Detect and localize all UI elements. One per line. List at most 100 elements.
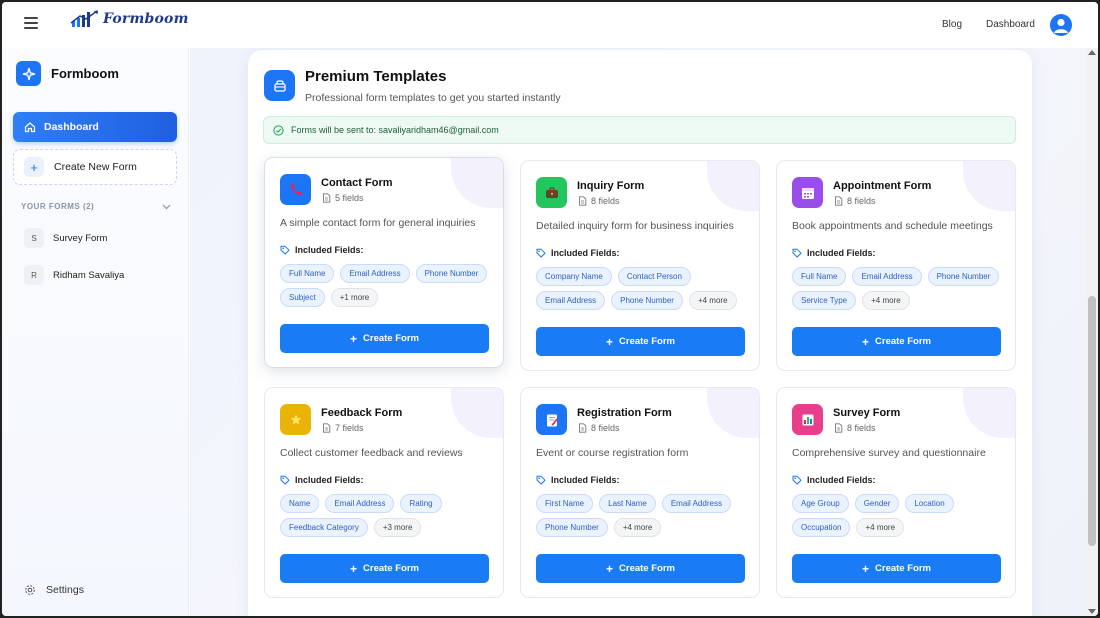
sidebar-brand[interactable]: Formboom [16, 61, 119, 86]
field-chip: First Name [536, 494, 594, 513]
field-chip: Full Name [792, 267, 847, 286]
scroll-down-arrow[interactable] [1088, 609, 1096, 614]
included-fields-label: Included Fields: [280, 245, 364, 255]
header-logo[interactable]: Formboom [70, 10, 189, 28]
included-fields-text: Included Fields: [295, 245, 364, 255]
calendar-icon [792, 177, 823, 208]
your-forms-toggle[interactable]: YOUR FORMS (2) [21, 202, 171, 211]
field-chip: Full Name [280, 264, 335, 283]
field-count-text: 8 fields [847, 423, 876, 433]
field-count: 8 fields [578, 196, 620, 206]
create-form-button[interactable]: + Create Form [536, 554, 745, 583]
field-count: 5 fields [322, 193, 364, 203]
package-icon [264, 70, 295, 101]
plus-icon: + [862, 561, 870, 576]
phone-icon [280, 174, 311, 205]
more-fields-chip: +4 more [688, 291, 737, 310]
field-chip-list: Full Name Email Address Phone Number Servic… [792, 267, 1007, 310]
plus-icon: + [350, 331, 358, 346]
sidebar-form-survey[interactable]: S Survey Form [24, 228, 174, 248]
sidebar-item-settings[interactable]: Settings [24, 584, 84, 596]
field-chip: Email Address [852, 267, 922, 286]
field-count: 7 fields [322, 423, 364, 433]
page-subtitle: Professional form templates to get you s… [305, 92, 561, 104]
form-name: Survey Form [53, 232, 108, 244]
field-chip: Subject [280, 288, 325, 307]
create-form-button[interactable]: + Create Form [280, 324, 489, 353]
top-bar: Formboom Blog Dashboard [2, 2, 1098, 48]
tag-icon [792, 248, 802, 258]
template-card[interactable]: Feedback Form 7 fields Collect customer … [264, 387, 504, 598]
nav-link-dashboard[interactable]: Dashboard [986, 19, 1035, 30]
create-form-label: Create Form [875, 563, 931, 574]
field-chip: Email Address [661, 494, 731, 513]
field-count-text: 7 fields [335, 423, 364, 433]
templates-panel: Premium Templates Professional form temp… [248, 50, 1032, 616]
included-fields-label: Included Fields: [536, 475, 620, 485]
file-icon [835, 196, 843, 206]
gear-icon [25, 585, 35, 595]
create-form-button[interactable]: + Create Form [792, 327, 1001, 356]
bar-chart-icon [792, 404, 823, 435]
field-chip: Last Name [599, 494, 656, 513]
form-initial-badge: S [24, 228, 44, 248]
included-fields-text: Included Fields: [551, 248, 620, 258]
star-icon [280, 404, 311, 435]
sparkle-icon [16, 61, 41, 86]
included-fields-label: Included Fields: [280, 475, 364, 485]
scrollbar[interactable] [1086, 48, 1098, 616]
included-fields-label: Included Fields: [792, 475, 876, 485]
hamburger-menu-icon[interactable] [24, 17, 38, 29]
card-description: Book appointments and schedule meetings [792, 220, 993, 232]
home-icon [24, 122, 36, 133]
card-description: A simple contact form for general inquir… [280, 217, 476, 229]
sidebar: Formboom Dashboard + Create New Form YOU… [2, 48, 189, 616]
template-card[interactable]: Survey Form 8 fields Comprehensive surve… [776, 387, 1016, 598]
card-corner-decoration [707, 161, 759, 211]
scroll-up-arrow[interactable] [1088, 50, 1096, 55]
scroll-thumb[interactable] [1088, 296, 1096, 546]
field-chip-list: Company Name Contact Person Email Address P… [536, 267, 751, 310]
field-chip: Email Address [325, 494, 395, 513]
included-fields-text: Included Fields: [295, 475, 364, 485]
field-chip: Gender [854, 494, 900, 513]
field-count-text: 8 fields [591, 423, 620, 433]
create-form-label: Create Form [875, 336, 931, 347]
field-chip-list: Age Group Gender Location Occupation +4 more [792, 494, 1007, 537]
field-chip: Email Address [340, 264, 410, 283]
included-fields-label: Included Fields: [536, 248, 620, 258]
create-form-label: Create Form [619, 336, 675, 347]
tag-icon [280, 475, 290, 485]
app-window: Formboom Blog Dashboard Formboom Dashboa… [2, 2, 1098, 616]
nav-link-blog[interactable]: Blog [942, 19, 962, 30]
more-fields-chip: +4 more [856, 518, 905, 537]
field-chip: Location [905, 494, 954, 513]
plus-icon: + [24, 157, 44, 177]
card-description: Detailed inquiry form for business inqui… [536, 220, 734, 232]
field-chip: Rating [400, 494, 442, 513]
create-form-button[interactable]: + Create Form [792, 554, 1001, 583]
file-icon [323, 193, 331, 203]
template-card[interactable]: Appointment Form 8 fields Book appointme… [776, 160, 1016, 371]
card-title: Feedback Form [321, 407, 403, 419]
user-avatar-icon[interactable] [1050, 14, 1072, 36]
sidebar-form-ridham[interactable]: R Ridham Savaliya [24, 265, 174, 285]
template-card[interactable]: Registration Form 8 fields Event or cour… [520, 387, 760, 598]
card-corner-decoration [451, 388, 503, 438]
field-count: 8 fields [578, 423, 620, 433]
field-chip: Phone Number [415, 264, 488, 283]
tag-icon [536, 248, 546, 258]
template-card[interactable]: Inquiry Form 8 fields Detailed inquiry f… [520, 160, 760, 371]
field-chip-list: First Name Last Name Email Address Phone Nu… [536, 494, 751, 537]
brand-name: Formboom [51, 66, 119, 81]
check-circle-icon [273, 124, 284, 136]
field-count-text: 5 fields [335, 193, 364, 203]
page-title: Premium Templates [305, 68, 447, 85]
sidebar-item-dashboard[interactable]: Dashboard [13, 112, 177, 142]
create-form-button[interactable]: + Create Form [280, 554, 489, 583]
template-card[interactable]: Contact Form 5 fields A simple contact f… [264, 157, 504, 368]
card-title: Registration Form [577, 407, 672, 419]
create-new-form-button[interactable]: + Create New Form [13, 149, 177, 185]
create-form-button[interactable]: + Create Form [536, 327, 745, 356]
tag-icon [792, 475, 802, 485]
